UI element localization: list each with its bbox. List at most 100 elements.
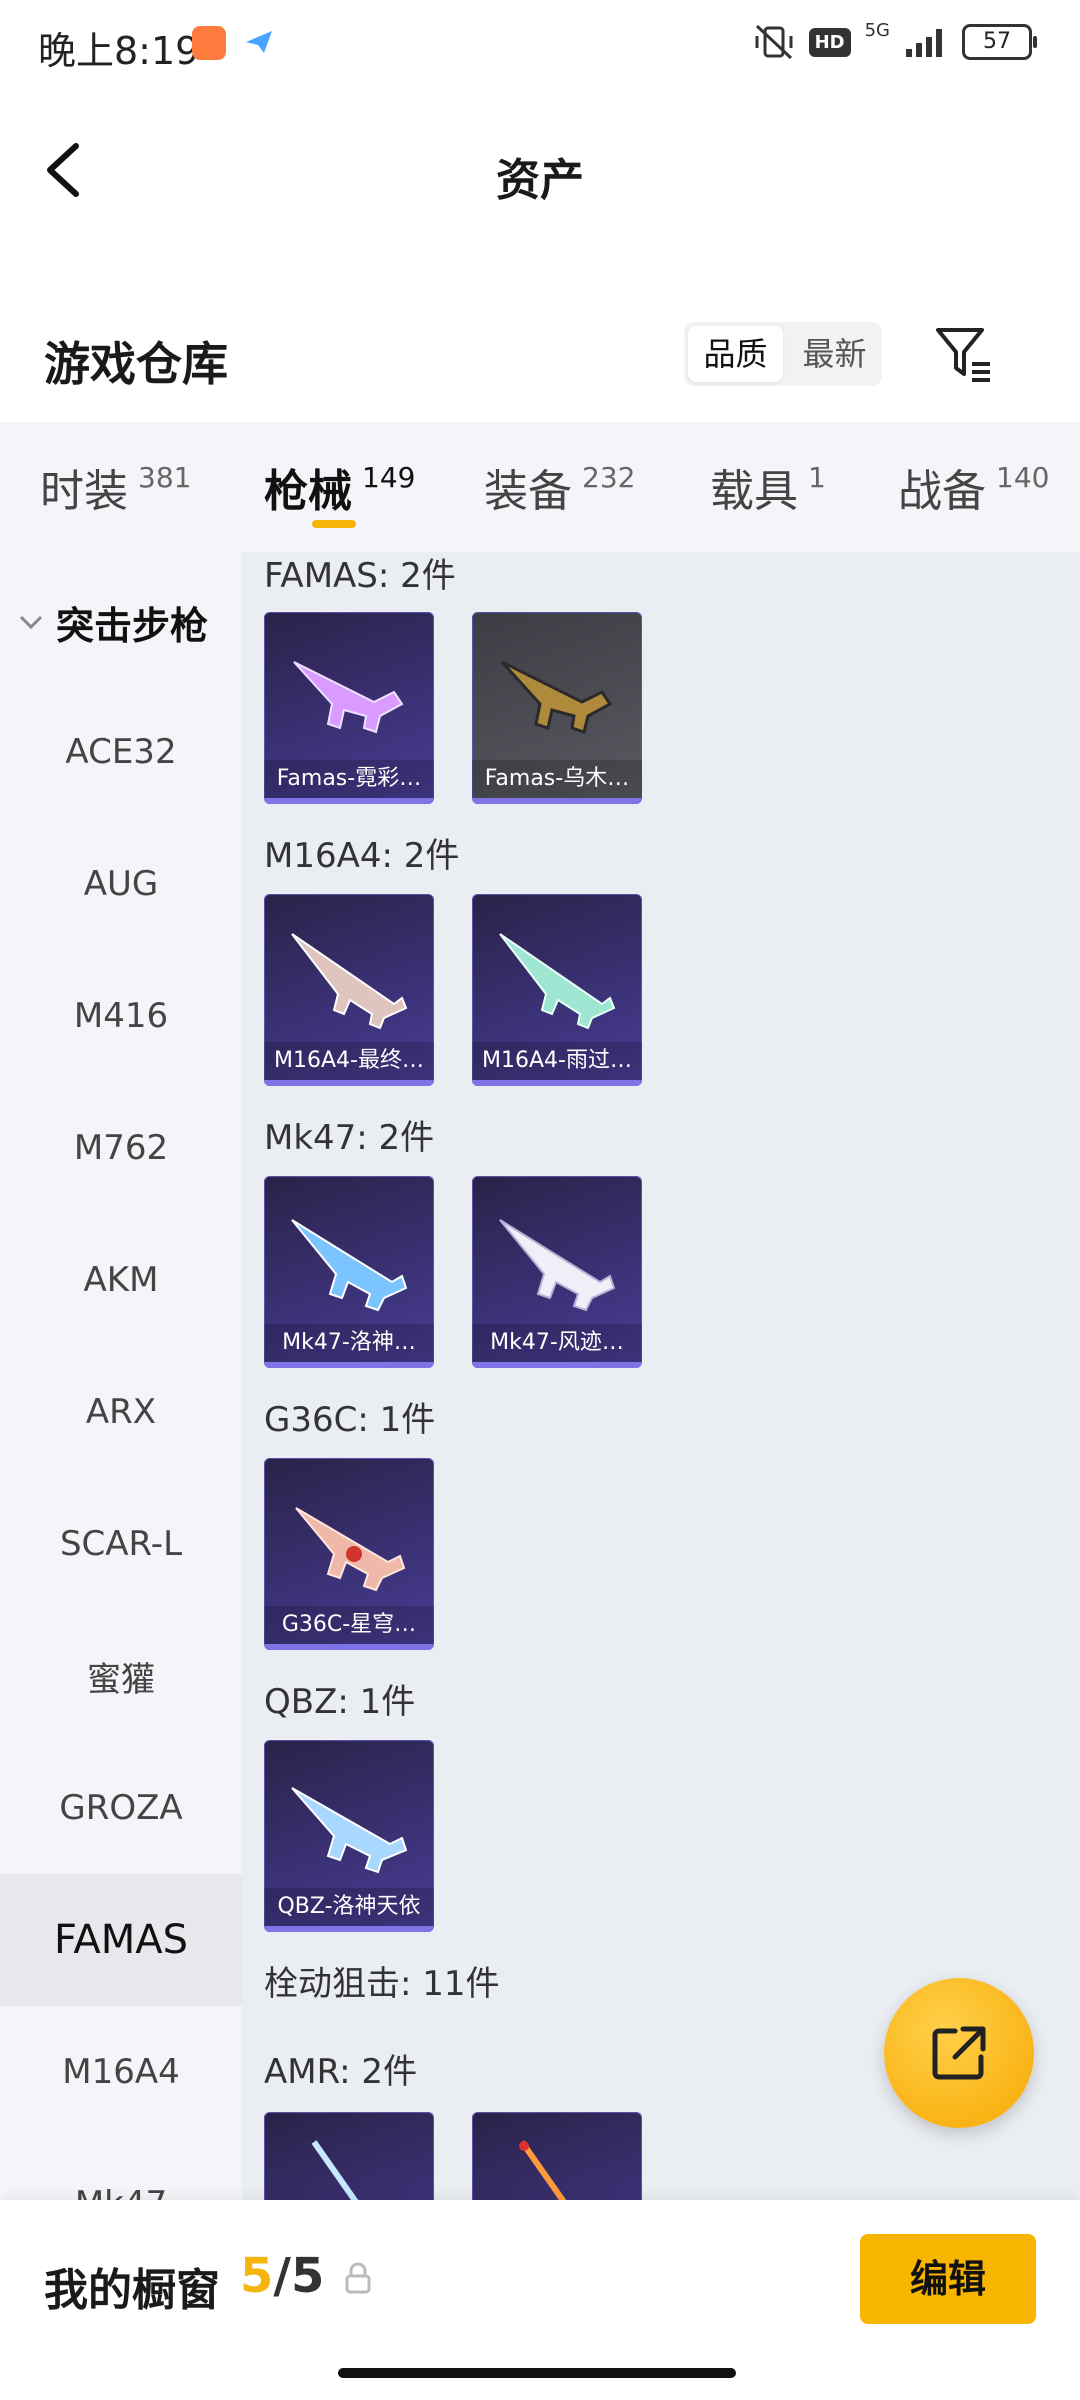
section-label: Mk47: 2件 — [264, 1118, 435, 1158]
rarity-stripe — [264, 1926, 434, 1932]
showcase-count: 5/5 — [240, 2248, 324, 2304]
external-link-icon — [932, 2026, 986, 2080]
sort-quality-button[interactable]: 品质 — [688, 326, 783, 382]
status-bar: 晚上8:19 HD 5G 57 — [0, 0, 1080, 90]
showcase-count-total: /5 — [273, 2248, 325, 2304]
weapon-card[interactable]: M16A4-最终… — [264, 894, 434, 1086]
sidebar-item-m416[interactable]: M416 — [0, 950, 242, 1082]
sidebar-item-aug[interactable]: AUG — [0, 818, 242, 950]
tab-count: 149 — [362, 460, 416, 494]
category-tab-bar: 时装 381 枪械 149 装备 232 载具 1 战备 140 — [0, 422, 1080, 552]
filter-icon[interactable] — [934, 322, 994, 386]
rarity-stripe — [472, 798, 642, 804]
weapon-card[interactable]: Mk47-洛神… — [264, 1176, 434, 1368]
sidebar-item-groza[interactable]: GROZA — [0, 1742, 242, 1874]
rarity-stripe — [472, 1362, 642, 1368]
sidebar-item-mk47[interactable]: Mk47 — [0, 2138, 242, 2200]
tab-label: 装备 — [484, 466, 572, 517]
section-label: 栓动狙击: 11件 — [264, 1964, 500, 2004]
tab-firearms[interactable]: 枪械 149 — [264, 422, 415, 552]
weapon-card[interactable]: Famas-乌木… — [472, 612, 642, 804]
tab-label: 战备 — [898, 466, 986, 517]
tab-count: 232 — [582, 460, 636, 494]
warehouse-title: 游戏仓库 — [44, 337, 228, 391]
sidebar-item-arx[interactable]: ARX — [0, 1346, 242, 1478]
tab-label: 时装 — [40, 466, 128, 517]
home-indicator — [338, 2368, 736, 2378]
tab-equipment[interactable]: 装备 232 — [484, 422, 635, 552]
share-button[interactable] — [884, 1978, 1034, 2128]
sort-toggle: 品质 最新 — [684, 322, 882, 386]
page-title: 资产 — [496, 155, 584, 206]
sidebar-item-honey-badger[interactable]: 蜜獾 — [0, 1610, 242, 1742]
rifle-icon — [519, 2140, 567, 2200]
tab-supplies[interactable]: 战备 140 — [898, 422, 1049, 552]
hd-badge: HD — [808, 27, 851, 57]
tab-count: 140 — [996, 460, 1050, 494]
sidebar-item-m16a4[interactable]: M16A4 — [0, 2006, 242, 2138]
edit-button[interactable]: 编辑 — [860, 2234, 1036, 2324]
rarity-stripe — [264, 1362, 434, 1368]
section-label: G36C: 1件 — [264, 1400, 436, 1440]
rifle-icon — [293, 661, 404, 734]
weapon-type-sidebar: 突击步枪 ACE32 AUG M416 M762 AKM ARX SCAR-L … — [0, 552, 242, 2200]
weapon-card[interactable] — [472, 2112, 642, 2200]
rifle-icon — [291, 1219, 408, 1312]
sidebar-item-m762[interactable]: M762 — [0, 1082, 242, 1214]
weapon-card[interactable]: G36C-星穹… — [264, 1458, 434, 1650]
weapon-card[interactable] — [264, 2112, 434, 2200]
group-label: 突击步枪 — [56, 603, 209, 648]
app-notification-icon — [192, 26, 226, 60]
card-label: Mk47-风迹… — [472, 1324, 642, 1362]
card-label: M16A4-最终… — [264, 1042, 434, 1080]
tab-label: 载具 — [710, 466, 798, 517]
sidebar-item-famas[interactable]: FAMAS — [0, 1874, 242, 2006]
weapon-card[interactable]: Mk47-风迹… — [472, 1176, 642, 1368]
sidebar-item-akm[interactable]: AKM — [0, 1214, 242, 1346]
card-label: QBZ-洛神天依 — [264, 1888, 434, 1926]
rifle-icon — [499, 1219, 616, 1312]
tab-count: 1 — [808, 460, 826, 494]
vibrate-mute-icon — [755, 24, 793, 60]
weapon-card[interactable]: M16A4-雨过… — [472, 894, 642, 1086]
rifle-icon — [291, 1787, 408, 1874]
rarity-stripe — [264, 1644, 434, 1650]
card-label: G36C-星穹… — [264, 1606, 434, 1644]
sidebar-group-assault-rifles[interactable]: 突击步枪 — [0, 582, 242, 662]
network-type: 5G — [864, 19, 890, 41]
active-tab-indicator — [312, 520, 356, 528]
tab-label: 枪械 — [264, 466, 352, 517]
rifle-icon — [500, 660, 613, 734]
header: 资产 — [0, 110, 1080, 230]
rifle-icon — [311, 2140, 359, 2200]
card-label: Mk47-洛神… — [264, 1324, 434, 1362]
weapon-card[interactable]: QBZ-洛神天依 — [264, 1740, 434, 1932]
weapon-grid: FAMAS: 2件 Famas-霓彩… Famas-乌木… M16A4: 2件 … — [242, 552, 1080, 2200]
battery-indicator: 57 — [962, 24, 1037, 60]
section-label: M16A4: 2件 — [264, 836, 460, 876]
showcase-count-current: 5 — [240, 2248, 274, 2304]
signal-icon — [906, 29, 942, 57]
rarity-stripe — [472, 1080, 642, 1086]
bottom-bar: 我的橱窗 5/5 编辑 — [0, 2200, 1080, 2400]
weapon-card[interactable]: Famas-霓彩… — [264, 612, 434, 804]
lock-icon — [345, 2262, 371, 2294]
rarity-stripe — [264, 1080, 434, 1086]
card-label: Famas-霓彩… — [264, 760, 434, 798]
section-label: AMR: 2件 — [264, 2052, 418, 2092]
status-time: 晚上8:19 — [38, 29, 200, 73]
rifle-icon — [499, 933, 616, 1030]
sort-newest-button[interactable]: 最新 — [787, 322, 882, 386]
card-label: Famas-乌木… — [472, 760, 642, 798]
rifle-icon — [291, 933, 408, 1030]
tab-vehicles[interactable]: 载具 1 — [710, 422, 826, 552]
section-label: FAMAS: 2件 — [264, 556, 456, 596]
sidebar-item-ace32[interactable]: ACE32 — [0, 686, 242, 818]
sidebar-item-scar-l[interactable]: SCAR-L — [0, 1478, 242, 1610]
status-indicators: HD 5G 57 — [753, 19, 1037, 62]
rifle-icon — [295, 1507, 406, 1592]
showcase-label: 我的橱窗 — [44, 2265, 220, 2316]
chevron-down-icon — [19, 615, 43, 630]
section-label: QBZ: 1件 — [264, 1682, 416, 1722]
tab-fashion[interactable]: 时装 381 — [40, 422, 191, 552]
